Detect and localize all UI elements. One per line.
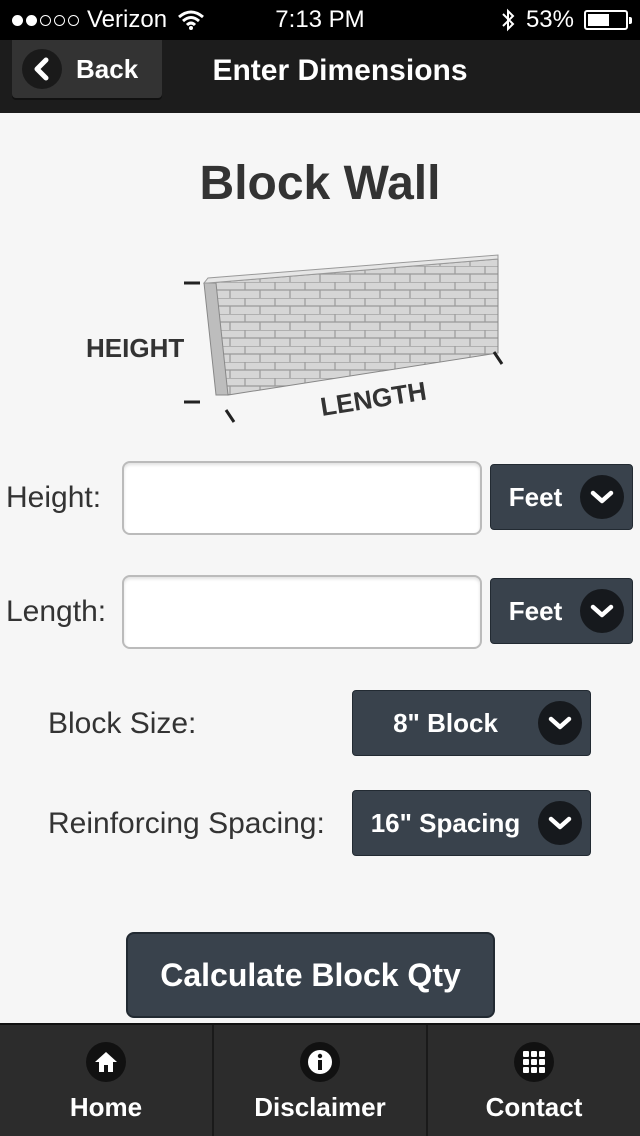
header-bar: Back Enter Dimensions <box>0 40 640 113</box>
length-unit-value: Feet <box>508 595 563 626</box>
height-unit-select[interactable]: Feet <box>490 464 633 530</box>
info-icon <box>300 1042 340 1082</box>
grid-icon <box>514 1042 554 1082</box>
block-size-value: 8" Block <box>393 707 498 738</box>
back-label: Back <box>76 53 139 84</box>
height-input[interactable] <box>122 461 482 535</box>
reinforcing-spacing-select[interactable]: 16" Spacing <box>352 790 591 856</box>
length-illustration-label: LENGTH <box>318 376 428 422</box>
page-title: Block Wall <box>199 157 441 210</box>
battery-percentage: 53% <box>525 6 574 33</box>
block-wall-illustration: HEIGHT LENGTH <box>86 254 504 423</box>
tab-disclaimer-label: Disclaimer <box>254 1092 386 1122</box>
calculate-block-qty-button[interactable]: Calculate Block Qty <box>126 932 495 1018</box>
home-icon <box>86 1042 126 1082</box>
tab-contact-label: Contact <box>485 1092 583 1122</box>
chevron-left-icon <box>22 49 62 89</box>
chevron-down-icon <box>580 589 624 633</box>
height-unit-value: Feet <box>508 481 563 512</box>
tab-disclaimer[interactable]: Disclaimer <box>214 1025 428 1136</box>
page-header-title: Enter Dimensions <box>212 54 468 87</box>
reinforcing-spacing-label: Reinforcing Spacing: <box>48 807 325 840</box>
battery-icon <box>584 10 632 30</box>
reinforcing-spacing-value: 16" Spacing <box>370 807 521 838</box>
tab-home[interactable]: Home <box>0 1025 214 1136</box>
tab-bar: Home Disclaimer Contact <box>0 1023 640 1136</box>
back-button[interactable]: Back <box>12 40 162 98</box>
chevron-down-icon <box>538 701 582 745</box>
height-illustration-label: HEIGHT <box>86 333 184 363</box>
chevron-down-icon <box>538 801 582 845</box>
height-label: Height: <box>6 481 102 514</box>
length-input[interactable] <box>122 575 482 649</box>
block-size-select[interactable]: 8" Block <box>352 690 591 756</box>
length-unit-select[interactable]: Feet <box>490 578 633 644</box>
tab-home-label: Home <box>69 1092 143 1122</box>
bluetooth-icon <box>502 8 515 32</box>
tab-contact[interactable]: Contact <box>428 1025 640 1136</box>
length-label: Length: <box>6 595 107 628</box>
chevron-down-icon <box>580 475 624 519</box>
status-bar: Verizon 7:13 PM 53% <box>0 0 640 40</box>
block-size-label: Block Size: <box>48 707 197 740</box>
